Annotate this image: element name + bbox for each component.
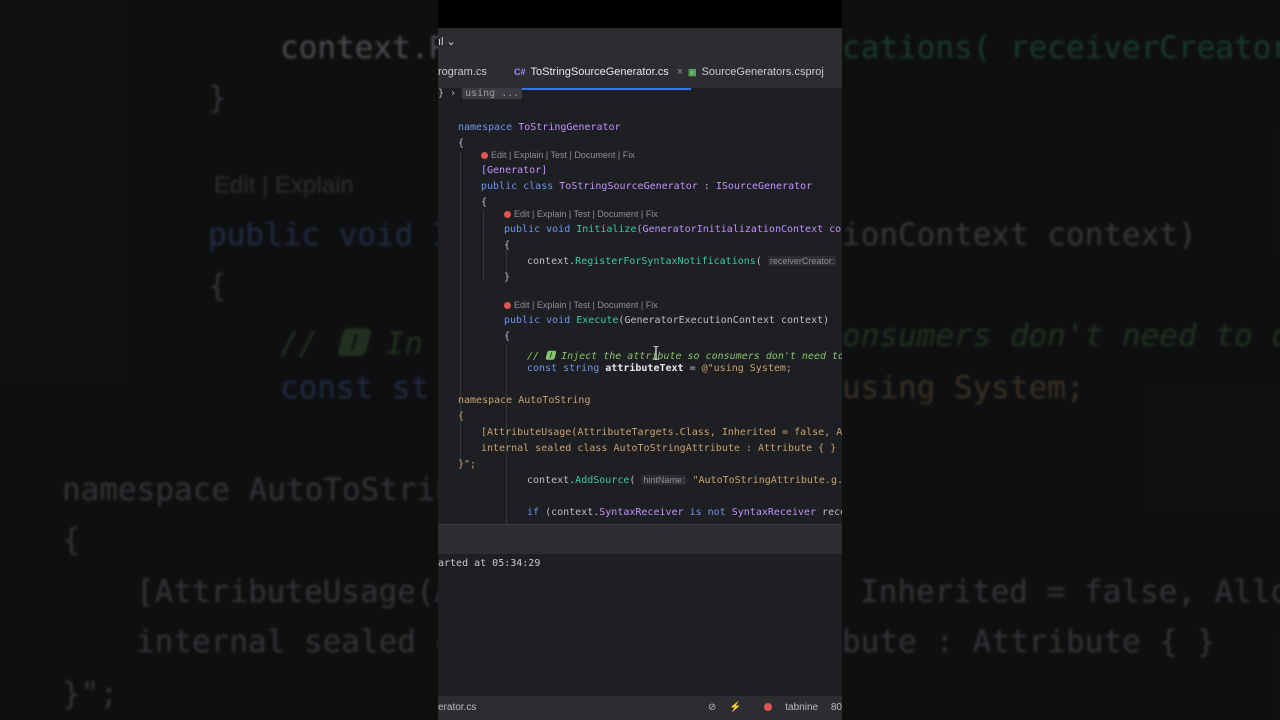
tab-tostringsourcegenerator[interactable]: C# ToStringSourceGenerator.cs × xyxy=(506,58,692,90)
tabnine-icon xyxy=(764,703,773,711)
code-line: public class ToStringSourceGenerator : I… xyxy=(481,181,813,192)
code-editor[interactable]: namespace ToStringGenerator { Edit | Exp… xyxy=(438,104,842,524)
code-line: if (context.SyntaxReceiver is not Syntax… xyxy=(527,507,842,518)
csproj-file-icon: ▣ xyxy=(688,67,697,77)
code-lens[interactable]: Edit | Explain | Test | Document | Fix xyxy=(504,209,658,219)
tool-window-header xyxy=(438,524,842,555)
code-line: const string attributeText = @"using Sys… xyxy=(527,363,792,374)
folded-usings[interactable]: using ... xyxy=(462,88,523,99)
tab-sourcegenerators-csproj[interactable]: ▣ SourceGenerators.csproj xyxy=(688,58,824,88)
title-bar: ıl ⌄ xyxy=(438,28,842,58)
text-cursor-icon xyxy=(653,346,659,360)
code-comment: // 🅸 Inject the attribute so consumers d… xyxy=(527,351,842,362)
parameter-hint: receiverCreator: xyxy=(767,256,837,266)
inspection-icon[interactable]: ⊘ xyxy=(708,702,716,713)
tabnine-icon xyxy=(504,211,511,218)
code-line: { xyxy=(504,240,511,251)
code-line: namespace ToStringGenerator xyxy=(458,122,621,133)
code-line: context.AddSource( hintName: "AutoToStri… xyxy=(527,475,842,486)
code-line: internal sealed class AutoToStringAttrib… xyxy=(481,443,837,454)
tabnine-widget[interactable]: tabnine xyxy=(754,702,818,713)
code-line: public void Initialize(GeneratorInitiali… xyxy=(504,224,842,235)
parameter-hint: hintName: xyxy=(641,475,687,485)
ai-assistant-icon[interactable]: ⚡ xyxy=(729,702,741,713)
editor-tabs: rogram.cs C# ToStringSourceGenerator.cs × … xyxy=(438,58,842,90)
breadcrumb: } › using ... xyxy=(438,88,842,104)
code-line: { xyxy=(481,197,488,208)
indent-guide xyxy=(483,210,484,280)
ide-panel: ıl ⌄ rogram.cs C# ToStringSourceGenerator… xyxy=(438,0,842,720)
code-line: [Generator] xyxy=(481,165,548,176)
tab-program[interactable]: rogram.cs xyxy=(438,58,487,88)
run-console: arted at 05:34:29 xyxy=(438,554,842,694)
tab-label: rogram.cs xyxy=(438,66,487,78)
tabnine-icon xyxy=(504,302,511,309)
code-lens[interactable]: Edit | Explain | Test | Document | Fix xyxy=(504,300,658,310)
code-line: { xyxy=(458,411,465,422)
code-line: namespace AutoToString xyxy=(458,395,591,406)
tabnine-icon xyxy=(481,152,488,159)
code-line: { xyxy=(458,138,465,149)
status-bar: erator.cs ⊘ ⚡ tabnine 80 xyxy=(438,696,842,720)
code-line: } xyxy=(504,272,511,283)
status-widgets: ⊘ ⚡ tabnine 80 xyxy=(698,702,842,713)
tab-label: SourceGenerators.csproj xyxy=(701,66,824,78)
close-tab-icon[interactable]: × xyxy=(677,66,683,78)
status-file[interactable]: erator.cs xyxy=(438,702,476,713)
breadcrumb-arrow: } › xyxy=(438,88,457,99)
console-message: arted at 05:34:29 xyxy=(438,558,541,569)
tab-label: ToStringSourceGenerator.cs xyxy=(530,66,669,78)
branch-menu[interactable]: ıl ⌄ xyxy=(438,35,456,48)
code-line: context.RegisterForSyntaxNotifications( … xyxy=(527,256,837,267)
code-line: [AttributeUsage(AttributeTargets.Class, … xyxy=(481,427,842,438)
csharp-file-icon: C# xyxy=(514,67,526,77)
status-column[interactable]: 80 xyxy=(831,702,842,713)
code-line: public void Execute(GeneratorExecutionCo… xyxy=(504,315,830,326)
code-lens[interactable]: Edit | Explain | Test | Document | Fix xyxy=(481,150,635,160)
code-line: }"; xyxy=(458,459,477,470)
video-top-bar xyxy=(438,0,842,28)
code-line: { xyxy=(504,331,511,342)
